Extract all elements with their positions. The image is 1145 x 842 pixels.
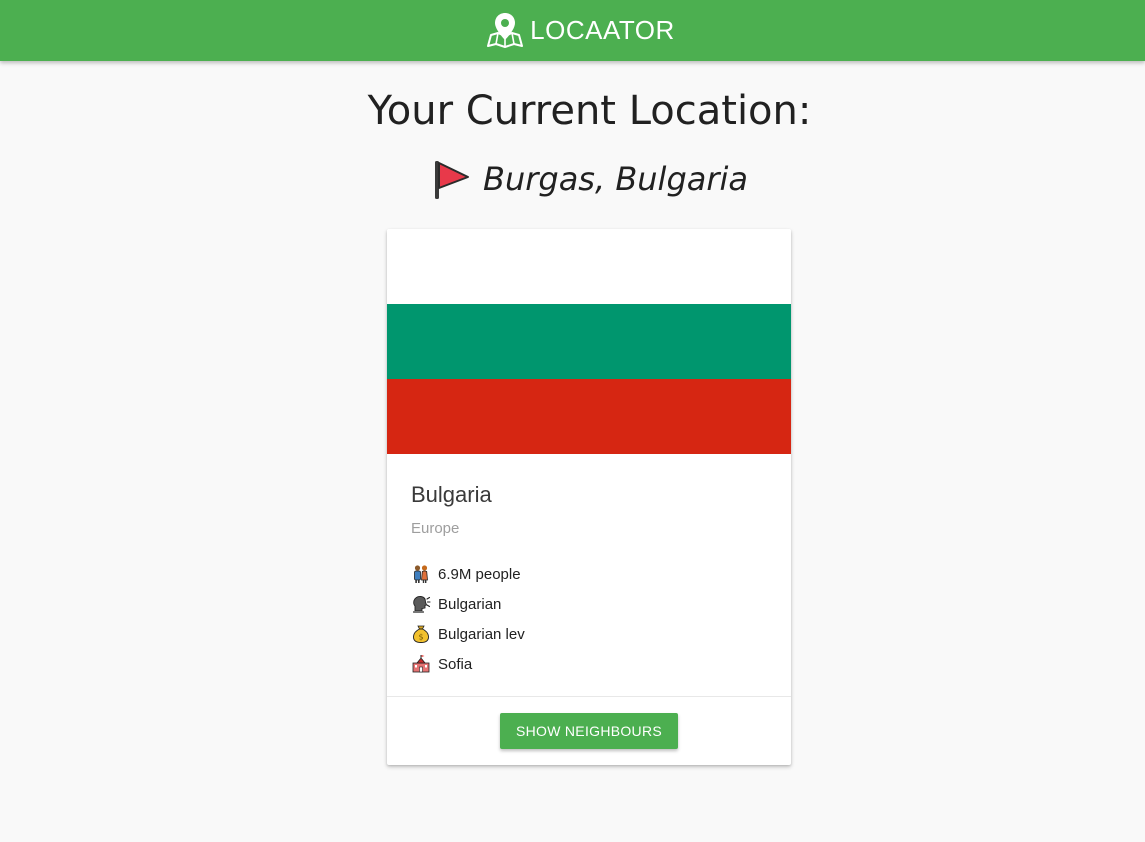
country-facts: 6.9M people Bulgarian $ Bulgarian lev So… <box>411 559 767 679</box>
app-bar: LOCAATOR <box>0 0 1145 61</box>
fact-population: 6.9M people <box>411 559 767 589</box>
country-flag-image <box>387 229 791 454</box>
money-bag-icon: $ <box>413 625 429 643</box>
page-title: Your Current Location: <box>367 88 812 134</box>
fact-currency: $ Bulgarian lev <box>411 619 767 649</box>
fact-text: 6.9M people <box>438 565 521 583</box>
fact-text: Bulgarian <box>438 595 502 613</box>
map-pin-icon <box>487 12 524 48</box>
svg-text:$: $ <box>418 633 423 642</box>
location-text: Burgas, Bulgaria <box>482 160 749 198</box>
flag-stripe-red <box>387 379 791 454</box>
brand[interactable]: LOCAATOR <box>486 12 675 49</box>
fact-text: Bulgarian lev <box>438 625 525 643</box>
fact-language: Bulgarian <box>411 589 767 619</box>
people-icon <box>414 565 428 583</box>
fact-text: Sofia <box>438 655 473 673</box>
red-flag-icon <box>434 161 469 199</box>
country-region: Europe <box>411 520 460 537</box>
speaking-head-icon <box>413 596 431 613</box>
country-card: Bulgaria Europe 6.9M people Bulgarian $ … <box>387 229 791 765</box>
card-content: Bulgaria Europe 6.9M people Bulgarian $ … <box>387 454 791 679</box>
card-actions: SHOW NEIGHBOURS <box>387 696 791 765</box>
brand-name: LOCAATOR <box>530 15 675 45</box>
flag-stripe-green <box>387 304 791 379</box>
capital-building-icon <box>412 655 430 673</box>
fact-capital: Sofia <box>411 649 767 679</box>
country-name: Bulgaria <box>411 482 492 507</box>
current-location: Burgas, Bulgaria <box>0 158 1145 200</box>
flag-stripe-white <box>387 229 791 304</box>
show-neighbours-button[interactable]: SHOW NEIGHBOURS <box>499 712 679 749</box>
